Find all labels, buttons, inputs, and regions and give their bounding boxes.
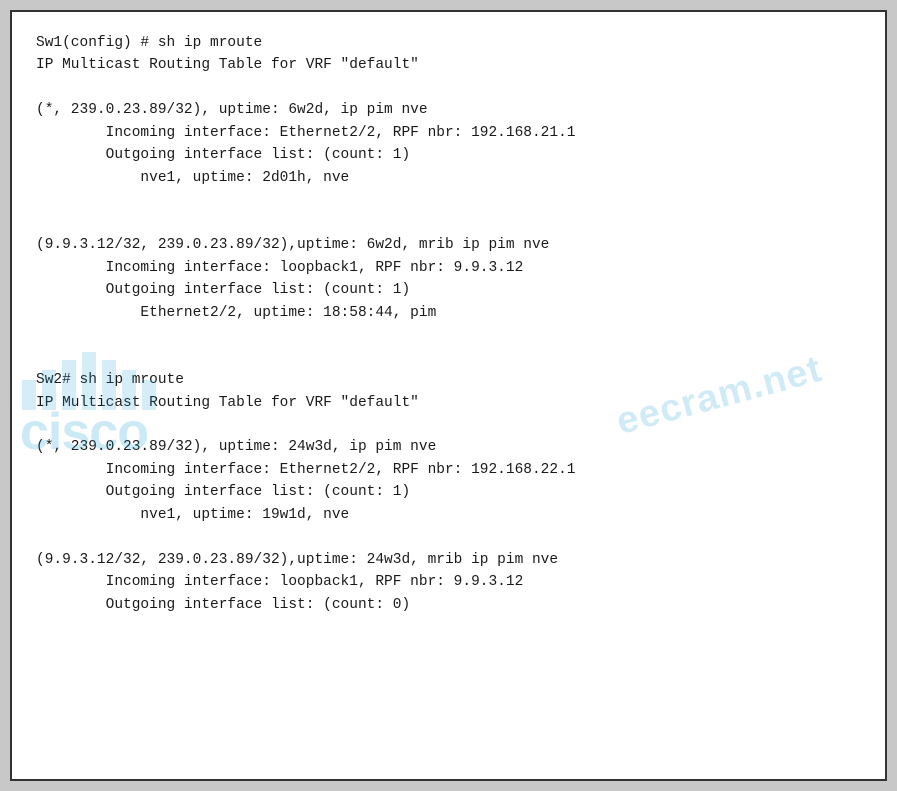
terminal-window: cisco eecram.net Sw1(config) # sh ip mro… — [10, 10, 887, 781]
terminal-output: Sw1(config) # sh ip mroute IP Multicast … — [36, 32, 861, 616]
